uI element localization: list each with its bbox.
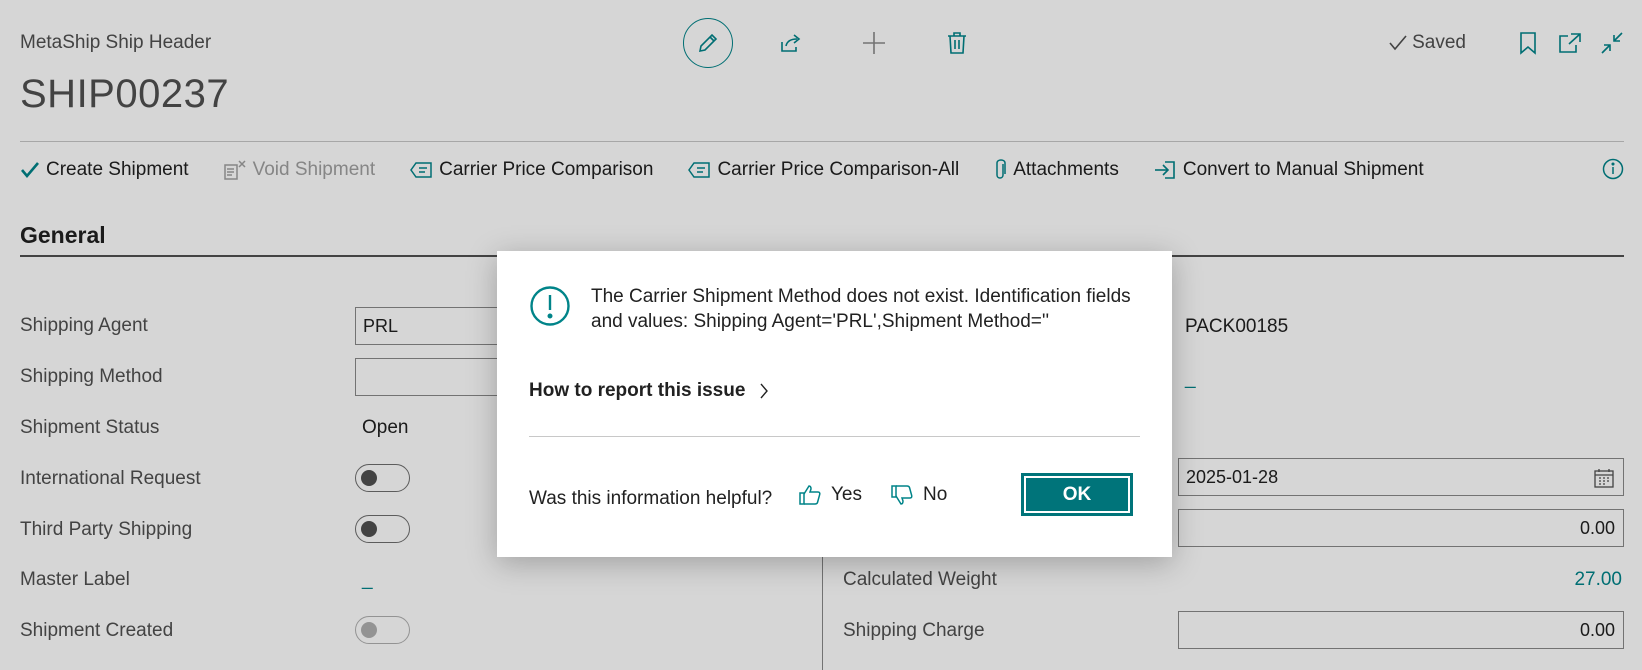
how-to-report-label: How to report this issue: [529, 380, 746, 401]
ok-button[interactable]: OK: [1021, 473, 1133, 516]
error-dialog: The Carrier Shipment Method does not exi…: [497, 251, 1172, 557]
thumbs-down-icon: [891, 485, 913, 505]
helpful-question: Was this information helpful?: [529, 488, 773, 509]
how-to-report-link[interactable]: How to report this issue: [529, 380, 769, 402]
feedback-no-label: No: [923, 484, 948, 505]
dialog-divider: [529, 436, 1140, 437]
chevron-right-icon: [760, 383, 769, 399]
error-message: The Carrier Shipment Method does not exi…: [591, 286, 1131, 332]
thumbs-up-icon: [799, 485, 821, 505]
feedback-yes-label: Yes: [831, 484, 862, 505]
exclamation-icon: [530, 286, 570, 326]
feedback-no-button[interactable]: No: [890, 483, 947, 507]
feedback-yes-button[interactable]: Yes: [798, 483, 862, 507]
